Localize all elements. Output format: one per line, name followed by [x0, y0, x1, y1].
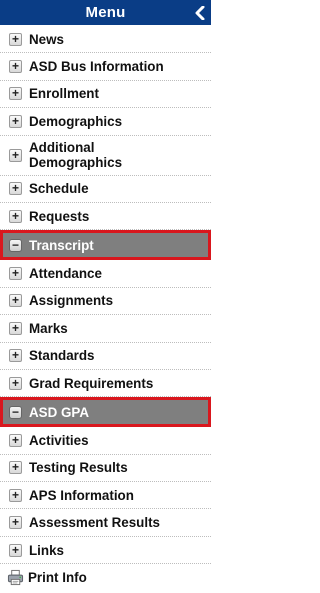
menu-item-label: Activities: [29, 432, 89, 448]
expand-plus-icon[interactable]: +: [9, 267, 22, 281]
menu-item-label: Additional Demographics: [29, 140, 123, 171]
menu-item-label: Testing Results: [29, 460, 128, 476]
menu-item-aps-information[interactable]: + APS Information: [0, 482, 211, 510]
menu-item-label: Marks: [29, 320, 68, 336]
menu-item-demographics[interactable]: + Demographics: [0, 108, 211, 136]
menu-item-testing-results[interactable]: + Testing Results: [0, 455, 211, 483]
expand-plus-icon[interactable]: +: [9, 376, 22, 390]
menu-item-print-info[interactable]: Print Info: [0, 564, 211, 591]
expand-plus-icon[interactable]: +: [9, 516, 22, 530]
menu-item-label: Standards: [29, 348, 95, 364]
menu-item-additional-demographics[interactable]: + Additional Demographics: [0, 136, 211, 176]
menu-item-label: Requests: [29, 208, 90, 224]
menu-item-label: ASD GPA: [29, 404, 90, 420]
expand-plus-icon[interactable]: +: [9, 60, 22, 74]
menu-item-label: Assessment Results: [29, 515, 160, 531]
menu-item-activities[interactable]: + Activities: [0, 427, 211, 455]
side-menu: Menu + News + ASD Bus Information + Enro…: [0, 0, 211, 593]
expand-plus-icon[interactable]: +: [9, 349, 22, 363]
expand-plus-icon[interactable]: +: [9, 488, 22, 502]
menu-item-label: Links: [29, 542, 64, 558]
collapse-minus-icon[interactable]: −: [9, 238, 22, 252]
menu-item-transcript[interactable]: − Transcript: [0, 230, 211, 261]
expand-plus-icon[interactable]: +: [9, 433, 22, 447]
menu-item-label: Enrollment: [29, 86, 99, 102]
menu-item-label: Transcript: [29, 237, 94, 253]
collapse-menu-button[interactable]: [189, 0, 211, 26]
menu-item-assessment-results[interactable]: + Assessment Results: [0, 509, 211, 537]
menu-item-label: APS Information: [29, 487, 134, 503]
menu-item-marks[interactable]: + Marks: [0, 315, 211, 343]
menu-item-enrollment[interactable]: + Enrollment: [0, 81, 211, 109]
menu-title: Menu: [85, 4, 126, 21]
expand-plus-icon[interactable]: +: [9, 87, 22, 101]
menu-item-requests[interactable]: + Requests: [0, 203, 211, 231]
expand-plus-icon[interactable]: +: [9, 461, 22, 475]
collapse-minus-icon[interactable]: −: [9, 405, 22, 419]
menu-item-label: Grad Requirements: [29, 375, 154, 391]
expand-plus-icon[interactable]: +: [9, 321, 22, 335]
menu-item-assignments[interactable]: + Assignments: [0, 288, 211, 316]
expand-plus-icon[interactable]: +: [9, 32, 22, 46]
expand-plus-icon[interactable]: +: [9, 182, 22, 196]
menu-item-label: Schedule: [29, 181, 89, 197]
expand-plus-icon[interactable]: +: [9, 543, 22, 557]
menu-item-label: Print Info: [28, 570, 87, 586]
menu-item-label: Assignments: [29, 293, 114, 309]
menu-item-asd-bus-information[interactable]: + ASD Bus Information: [0, 53, 211, 81]
expand-plus-icon[interactable]: +: [9, 148, 22, 162]
menu-item-links[interactable]: + Links: [0, 537, 211, 565]
menu-item-standards[interactable]: + Standards: [0, 343, 211, 370]
expand-plus-icon[interactable]: +: [9, 209, 22, 223]
menu-item-asd-gpa[interactable]: − ASD GPA: [0, 397, 211, 428]
chevron-left-icon: [195, 6, 205, 20]
menu-item-attendance[interactable]: + Attendance: [0, 260, 211, 288]
menu-item-label: Attendance: [29, 266, 102, 282]
menu-items: + News + ASD Bus Information + Enrollmen…: [0, 26, 211, 592]
menu-item-news[interactable]: + News: [0, 26, 211, 54]
menu-item-label: News: [29, 31, 64, 47]
expand-plus-icon[interactable]: +: [9, 294, 22, 308]
printer-icon: [7, 570, 24, 586]
menu-item-schedule[interactable]: + Schedule: [0, 176, 211, 203]
menu-item-label: ASD Bus Information: [29, 59, 164, 75]
expand-plus-icon[interactable]: +: [9, 114, 22, 128]
menu-header: Menu: [0, 0, 211, 26]
menu-item-label: Demographics: [29, 113, 123, 129]
menu-item-grad-requirements[interactable]: + Grad Requirements: [0, 370, 211, 398]
